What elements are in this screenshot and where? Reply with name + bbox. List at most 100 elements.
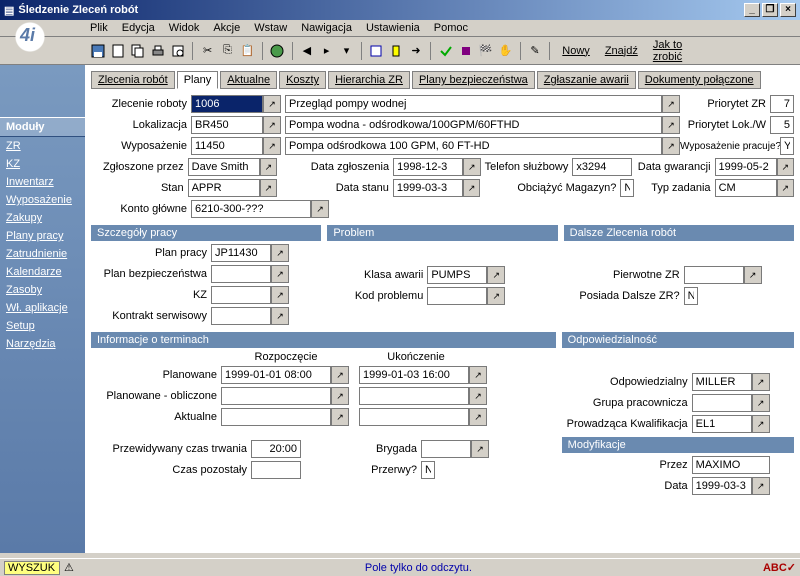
- menu-wstaw[interactable]: Wstaw: [254, 22, 287, 34]
- copy-icon[interactable]: [130, 41, 147, 61]
- new-icon[interactable]: [110, 41, 127, 61]
- sidebar-item-plany[interactable]: Plany pracy: [0, 227, 85, 245]
- sidebar-item-aplikacje[interactable]: Wł. aplikacje: [0, 299, 85, 317]
- tool-icon[interactable]: [457, 41, 474, 61]
- data-stanu-input[interactable]: [393, 179, 463, 197]
- spellcheck-icon[interactable]: ABC✓: [763, 561, 796, 574]
- kod-lookup-icon[interactable]: ↗: [487, 287, 505, 305]
- typ-zad-input[interactable]: [715, 179, 777, 197]
- sidebar-item-narzedzia[interactable]: Narzędzia: [0, 335, 85, 353]
- odp-lookup-icon[interactable]: ↗: [752, 373, 770, 391]
- sidebar-item-kalendarze[interactable]: Kalendarze: [0, 263, 85, 281]
- przez-input[interactable]: [692, 456, 770, 474]
- planowane-rozp-input[interactable]: [221, 366, 331, 384]
- tab-koszty[interactable]: Koszty: [279, 71, 326, 89]
- menu-nawigacja[interactable]: Nawigacja: [301, 22, 352, 34]
- sidebar-item-zr[interactable]: ZR: [0, 137, 85, 155]
- bezp-input[interactable]: [211, 265, 271, 283]
- kz-lookup-icon[interactable]: ↗: [271, 286, 289, 304]
- wyposazenie-input[interactable]: [191, 137, 263, 155]
- bezp-lookup-icon[interactable]: ↗: [271, 265, 289, 283]
- sidebar-item-wyposazenie[interactable]: Wyposażenie: [0, 191, 85, 209]
- print-icon[interactable]: [150, 41, 167, 61]
- goto-icon[interactable]: ➜: [408, 41, 425, 61]
- kwal-input[interactable]: [692, 415, 752, 433]
- planowane-ukon-lookup-icon[interactable]: ↗: [469, 366, 487, 384]
- menu-akcje[interactable]: Akcje: [213, 22, 240, 34]
- bookmark-icon[interactable]: [388, 41, 405, 61]
- sidebar-item-setup[interactable]: Setup: [0, 317, 85, 335]
- close-button[interactable]: ×: [780, 3, 796, 17]
- stan-lookup-icon[interactable]: ↗: [260, 179, 277, 197]
- tab-bezp[interactable]: Plany bezpieczeństwa: [412, 71, 535, 89]
- wyposazenie-desc-input[interactable]: [285, 137, 662, 155]
- nav-next-icon[interactable]: ▾: [338, 41, 355, 61]
- tab-hierarchia[interactable]: Hierarchia ZR: [328, 71, 410, 89]
- typ-zad-lookup-icon[interactable]: ↗: [777, 179, 794, 197]
- toolbar-jak[interactable]: Jak to zrobić: [653, 39, 704, 63]
- aktualne-ukon-input[interactable]: [359, 408, 469, 426]
- obliczone-ukon-input[interactable]: [359, 387, 469, 405]
- cut-icon[interactable]: ✂: [199, 41, 216, 61]
- konto-lookup-icon[interactable]: ↗: [311, 200, 329, 218]
- posiada-input[interactable]: [684, 287, 698, 305]
- nav-first-icon[interactable]: ◀: [298, 41, 315, 61]
- lokalizacja-desc-input[interactable]: [285, 116, 662, 134]
- zlecenie-lookup-icon[interactable]: ↗: [263, 95, 281, 113]
- klasa-lookup-icon[interactable]: ↗: [487, 266, 505, 284]
- mod-data-lookup-icon[interactable]: ↗: [752, 477, 770, 495]
- konto-input[interactable]: [191, 200, 311, 218]
- lokalizacja-input[interactable]: [191, 116, 263, 134]
- aktualne-ukon-lookup-icon[interactable]: ↗: [469, 408, 487, 426]
- wyp-pracuje-input[interactable]: [780, 137, 794, 155]
- check-icon[interactable]: [437, 41, 454, 61]
- klasa-input[interactable]: [427, 266, 487, 284]
- preview-icon[interactable]: [170, 41, 187, 61]
- menu-ustawienia[interactable]: Ustawienia: [366, 22, 420, 34]
- zgloszone-lookup-icon[interactable]: ↗: [260, 158, 277, 176]
- grupa-input[interactable]: [692, 394, 752, 412]
- obciazyc-input[interactable]: [620, 179, 634, 197]
- toolbar-nowy[interactable]: Nowy: [562, 45, 590, 57]
- zlecenie-desc-lookup-icon[interactable]: ↗: [662, 95, 680, 113]
- tab-plany[interactable]: Plany: [177, 71, 219, 89]
- tab-dokumenty[interactable]: Dokumenty połączone: [638, 71, 761, 89]
- brygada-input[interactable]: [421, 440, 471, 458]
- tab-awarii[interactable]: Zgłaszanie awarii: [537, 71, 636, 89]
- stan-input[interactable]: [188, 179, 260, 197]
- maximize-button[interactable]: ❐: [762, 3, 778, 17]
- tab-aktualne[interactable]: Aktualne: [220, 71, 277, 89]
- sidebar-item-zakupy[interactable]: Zakupy: [0, 209, 85, 227]
- planowane-ukon-input[interactable]: [359, 366, 469, 384]
- menu-edycja[interactable]: Edycja: [122, 22, 155, 34]
- data-gw-input[interactable]: [715, 158, 777, 176]
- minimize-button[interactable]: _: [744, 3, 760, 17]
- data-gw-lookup-icon[interactable]: ↗: [777, 158, 794, 176]
- kontrakt-lookup-icon[interactable]: ↗: [271, 307, 289, 325]
- obliczone-rozp-input[interactable]: [221, 387, 331, 405]
- przerwy-input[interactable]: [421, 461, 435, 479]
- zlecenie-desc-input[interactable]: [285, 95, 662, 113]
- pierwotne-input[interactable]: [684, 266, 744, 284]
- priorytet-zr-input[interactable]: [770, 95, 794, 113]
- priorytet-lok-input[interactable]: [770, 116, 794, 134]
- zgloszone-input[interactable]: [188, 158, 260, 176]
- menu-widok[interactable]: Widok: [169, 22, 200, 34]
- brygada-lookup-icon[interactable]: ↗: [471, 440, 489, 458]
- hand-icon[interactable]: ✋: [497, 41, 514, 61]
- sidebar-item-zasoby[interactable]: Zasoby: [0, 281, 85, 299]
- nav-prev-icon[interactable]: ▸: [318, 41, 335, 61]
- przew-input[interactable]: [251, 440, 301, 458]
- zlecenie-input[interactable]: [191, 95, 263, 113]
- copy2-icon[interactable]: ⎘: [219, 41, 236, 61]
- data-zgl-lookup-icon[interactable]: ↗: [463, 158, 480, 176]
- obliczone-ukon-lookup-icon[interactable]: ↗: [469, 387, 487, 405]
- plan-lookup-icon[interactable]: ↗: [271, 244, 289, 262]
- kz-input[interactable]: [211, 286, 271, 304]
- paste-icon[interactable]: 📋: [239, 41, 256, 61]
- kod-input[interactable]: [427, 287, 487, 305]
- mod-data-input[interactable]: [692, 477, 752, 495]
- sidebar-item-zatrudnienie[interactable]: Zatrudnienie: [0, 245, 85, 263]
- kwal-lookup-icon[interactable]: ↗: [752, 415, 770, 433]
- wyposazenie-desc-lookup-icon[interactable]: ↗: [662, 137, 680, 155]
